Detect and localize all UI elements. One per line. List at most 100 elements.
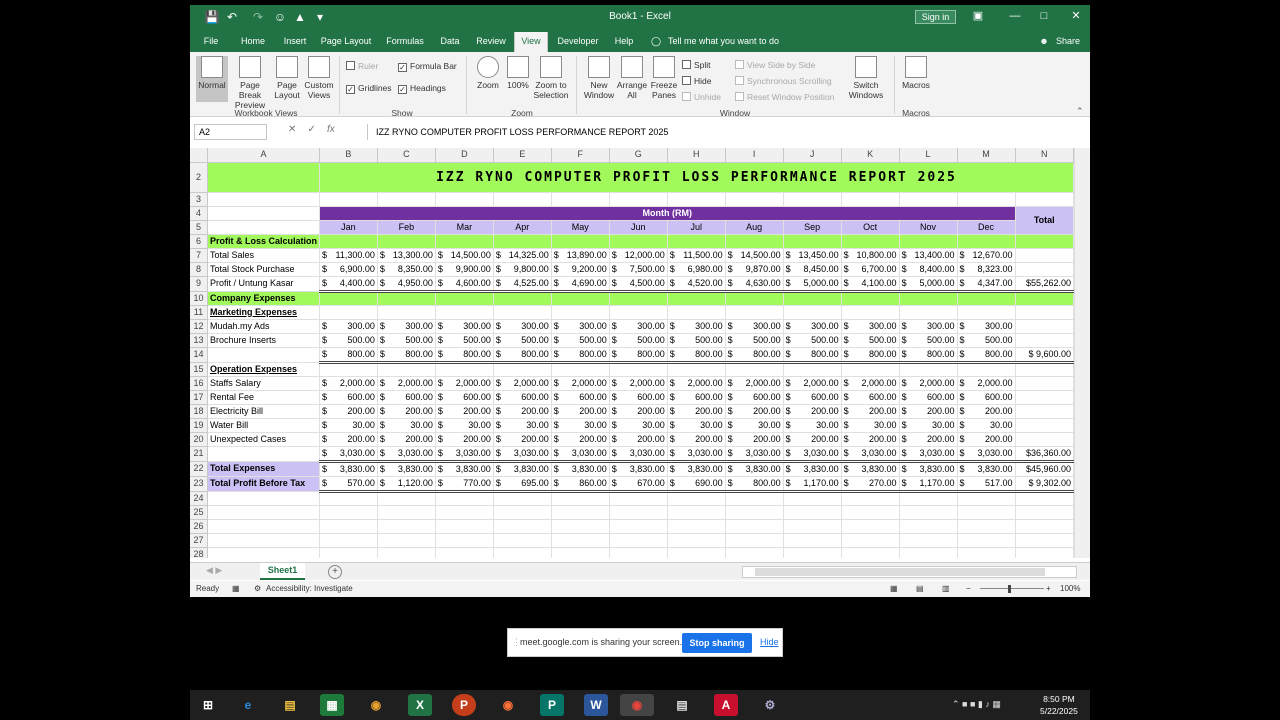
unhide-button[interactable]: Unhide (682, 92, 721, 103)
cell[interactable] (319, 234, 378, 249)
money-cell[interactable]: $800.00 (957, 346, 1016, 364)
money-cell[interactable]: $200.00 (435, 432, 494, 447)
cell[interactable] (899, 533, 958, 548)
cell[interactable] (551, 533, 610, 548)
tab-home[interactable]: Home (238, 34, 268, 52)
column-header[interactable]: M (957, 148, 1016, 163)
money-cell[interactable]: $30.00 (957, 418, 1016, 433)
column-header[interactable]: I (725, 148, 784, 163)
app-icon[interactable]: ▤ (670, 694, 694, 716)
cell[interactable] (435, 192, 494, 207)
formula-input[interactable]: IZZ RYNO COMPUTER PROFIT LOSS PERFORMANC… (367, 124, 1086, 140)
cell[interactable] (609, 362, 668, 377)
money-cell[interactable]: $8,400.00 (899, 262, 958, 277)
money-cell[interactable]: $1,120.00 (377, 476, 436, 493)
money-cell[interactable]: $3,830.00 (841, 461, 900, 477)
cell[interactable] (1015, 491, 1074, 506)
cell[interactable] (1015, 234, 1074, 249)
acrobat-icon[interactable]: A (714, 694, 738, 716)
cell[interactable] (493, 291, 552, 306)
cell[interactable] (609, 291, 668, 306)
row-label[interactable]: Total Expenses (207, 461, 320, 477)
scroll-thumb[interactable] (755, 568, 1045, 576)
cell[interactable] (667, 362, 726, 377)
word-icon[interactable]: W (584, 694, 608, 716)
money-cell[interactable]: $800.00 (435, 346, 494, 364)
money-cell[interactable]: $500.00 (319, 333, 378, 348)
cell[interactable] (667, 547, 726, 558)
cell[interactable] (783, 192, 842, 207)
cell[interactable] (493, 519, 552, 534)
cell[interactable] (783, 519, 842, 534)
money-cell[interactable]: $3,830.00 (493, 461, 552, 477)
money-cell[interactable]: $4,525.00 (493, 275, 552, 293)
money-cell[interactable]: $800.00 (783, 346, 842, 364)
cell[interactable] (319, 533, 378, 548)
row-header[interactable]: 24 (190, 491, 208, 506)
money-cell[interactable]: $500.00 (493, 333, 552, 348)
cell[interactable] (841, 533, 900, 548)
cell[interactable] (435, 547, 494, 558)
cell[interactable] (725, 533, 784, 548)
cell[interactable] (1015, 305, 1074, 320)
money-cell[interactable]: $3,830.00 (609, 461, 668, 477)
money-cell[interactable]: $300.00 (957, 319, 1016, 334)
money-cell[interactable]: $4,950.00 (377, 275, 436, 293)
fx-icon[interactable]: fx (327, 124, 335, 135)
cell[interactable] (899, 362, 958, 377)
cell[interactable] (841, 305, 900, 320)
row-header[interactable]: 16 (190, 376, 208, 391)
cell[interactable] (1015, 262, 1074, 277)
cell[interactable] (841, 491, 900, 506)
zoom-button[interactable]: Zoom (474, 56, 502, 102)
cell[interactable] (207, 162, 320, 193)
share-button[interactable]: Share (1052, 34, 1084, 52)
total-cell[interactable]: $55,262.00 (1015, 275, 1074, 293)
cell[interactable] (319, 291, 378, 306)
month-label[interactable]: Dec (957, 220, 1016, 235)
money-cell[interactable]: $9,800.00 (493, 262, 552, 277)
money-cell[interactable]: $800.00 (841, 346, 900, 364)
money-cell[interactable]: $3,030.00 (725, 445, 784, 463)
money-cell[interactable]: $600.00 (899, 390, 958, 405)
money-cell[interactable]: $300.00 (841, 319, 900, 334)
column-header[interactable]: D (435, 148, 494, 163)
money-cell[interactable]: $4,347.00 (957, 275, 1016, 293)
tab-review[interactable]: Review (476, 34, 506, 52)
money-cell[interactable]: $30.00 (435, 418, 494, 433)
tab-help[interactable]: Help (612, 34, 636, 52)
money-cell[interactable]: $3,030.00 (377, 445, 436, 463)
row-label[interactable]: Electricity Bill (207, 404, 320, 419)
tab-insert[interactable]: Insert (282, 34, 308, 52)
money-cell[interactable]: $3,030.00 (899, 445, 958, 463)
app-icon[interactable]: ▦ (320, 694, 344, 716)
money-cell[interactable]: $8,323.00 (957, 262, 1016, 277)
money-cell[interactable]: $14,500.00 (725, 248, 784, 263)
money-cell[interactable]: $3,030.00 (667, 445, 726, 463)
money-cell[interactable]: $3,030.00 (783, 445, 842, 463)
money-cell[interactable]: $12,000.00 (609, 248, 668, 263)
money-cell[interactable]: $200.00 (783, 432, 842, 447)
cell[interactable] (783, 362, 842, 377)
cell[interactable] (493, 547, 552, 558)
row-label[interactable] (207, 347, 320, 363)
money-cell[interactable]: $1,170.00 (899, 476, 958, 493)
page-break-preview-button[interactable]: Page Break Preview (228, 56, 272, 110)
cell[interactable] (319, 305, 378, 320)
view-side-by-side-button[interactable]: View Side by Side (735, 60, 815, 71)
money-cell[interactable]: $7,500.00 (609, 262, 668, 277)
cell[interactable] (1015, 192, 1074, 207)
add-sheet-icon[interactable]: + (328, 565, 342, 579)
cell[interactable] (1015, 505, 1074, 520)
cell[interactable] (667, 234, 726, 249)
money-cell[interactable]: $3,030.00 (551, 445, 610, 463)
cell[interactable] (609, 192, 668, 207)
money-cell[interactable]: $300.00 (377, 319, 436, 334)
cell[interactable] (899, 192, 958, 207)
money-cell[interactable]: $13,300.00 (377, 248, 436, 263)
cell[interactable] (667, 305, 726, 320)
money-cell[interactable]: $600.00 (493, 390, 552, 405)
row-label[interactable]: Water Bill (207, 418, 320, 433)
cell[interactable] (207, 547, 320, 558)
money-cell[interactable]: $4,600.00 (435, 275, 494, 293)
